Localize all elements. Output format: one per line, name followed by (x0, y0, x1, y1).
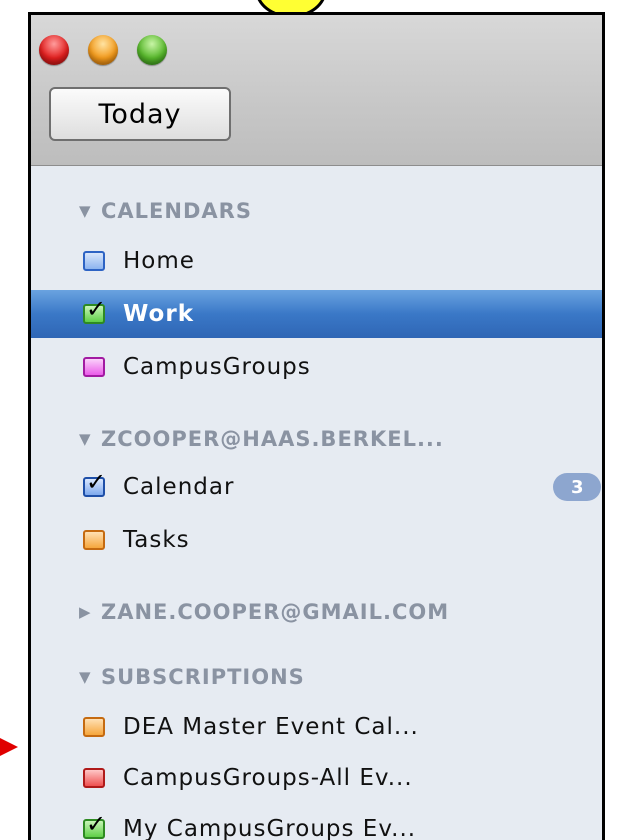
triangle-down-icon[interactable]: ▼ (79, 668, 101, 686)
calendar-item-campusgroups-all[interactable]: CampusGroups-All Ev... (31, 754, 602, 802)
section-title: ZANE.COOPER@GMAIL.COM (101, 600, 450, 624)
section-header-subscriptions[interactable]: ▼ SUBSCRIPTIONS (79, 662, 305, 692)
calendar-item-label: Calendar (123, 474, 235, 500)
calendar-color-checkbox[interactable]: ✓ (83, 297, 106, 324)
calendar-window: Today ▼ CALENDARS Home ✓ Work CampusGrou… (28, 12, 605, 840)
calendar-color-checkbox[interactable] (83, 768, 105, 788)
close-button[interactable] (39, 35, 69, 65)
triangle-down-icon[interactable]: ▼ (79, 430, 101, 448)
calendar-item-work[interactable]: ✓ Work (31, 290, 602, 338)
section-title: SUBSCRIPTIONS (101, 665, 305, 689)
calendar-item-dea-master[interactable]: DEA Master Event Cal... (31, 703, 602, 751)
section-header-calendars[interactable]: ▼ CALENDARS (79, 196, 252, 226)
calendar-item-home[interactable]: Home (31, 237, 602, 285)
calendar-item-label: Tasks (123, 527, 190, 553)
calendar-item-my-campusgroups[interactable]: ✓ My CampusGroups Ev... (31, 805, 602, 840)
triangle-down-icon[interactable]: ▼ (79, 202, 101, 220)
calendar-item-label: Work (123, 301, 194, 327)
calendar-item-calendar[interactable]: ✓ Calendar 3 (31, 463, 602, 511)
calendar-item-label: Home (123, 248, 195, 274)
red-arrow-annotation (0, 738, 18, 756)
calendar-color-checkbox[interactable] (83, 357, 105, 377)
minimize-button[interactable] (88, 35, 118, 65)
section-header-haas-account[interactable]: ▼ ZCOOPER@HAAS.BERKEL... (79, 424, 444, 454)
event-count-badge: 3 (553, 473, 601, 501)
checkmark-icon: ✓ (86, 468, 108, 496)
checkmark-icon: ✓ (86, 295, 108, 323)
toolbar: Today (31, 15, 602, 166)
triangle-right-icon[interactable]: ▶ (79, 603, 101, 621)
zoom-button[interactable] (137, 35, 167, 65)
section-header-gmail-account[interactable]: ▶ ZANE.COOPER@GMAIL.COM (79, 597, 449, 627)
calendar-item-label: CampusGroups (123, 354, 311, 380)
calendar-item-label: My CampusGroups Ev... (123, 816, 417, 840)
calendar-item-label: DEA Master Event Cal... (123, 714, 419, 740)
calendar-item-label: CampusGroups-All Ev... (123, 765, 413, 791)
calendar-color-checkbox[interactable] (83, 530, 105, 550)
section-title: ZCOOPER@HAAS.BERKEL... (101, 427, 444, 451)
calendar-color-checkbox[interactable] (83, 251, 105, 271)
section-title: CALENDARS (101, 199, 252, 223)
calendar-color-checkbox[interactable] (83, 717, 105, 737)
calendar-item-campusgroups[interactable]: CampusGroups (31, 343, 602, 391)
checkmark-icon: ✓ (86, 810, 108, 838)
calendar-color-checkbox[interactable]: ✓ (83, 812, 106, 839)
calendar-item-tasks[interactable]: Tasks (31, 516, 602, 564)
calendar-color-checkbox[interactable]: ✓ (83, 470, 106, 497)
today-button[interactable]: Today (49, 87, 231, 141)
calendar-sidebar: ▼ CALENDARS Home ✓ Work CampusGroups ▼ Z… (31, 166, 602, 840)
